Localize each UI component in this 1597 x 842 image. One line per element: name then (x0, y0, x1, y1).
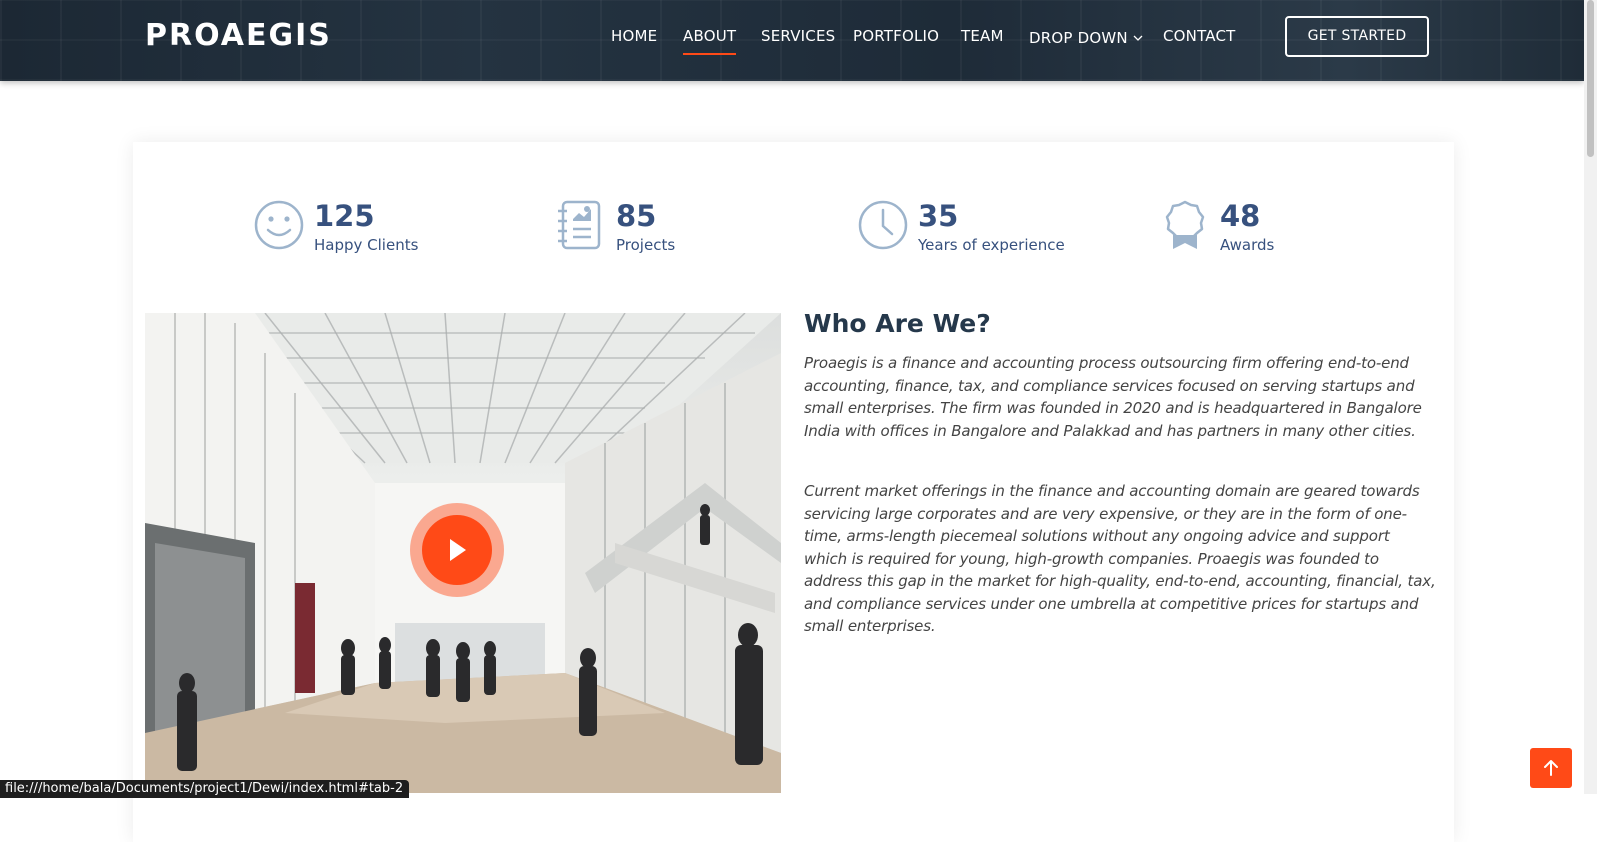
back-to-top-button[interactable] (1530, 748, 1572, 788)
page-scrollbar[interactable] (1584, 0, 1597, 794)
stat-value: 35 (918, 199, 959, 233)
nav-home[interactable]: HOME (611, 27, 657, 45)
chevron-down-icon (1133, 27, 1143, 45)
stat-happy-clients: 125 Happy Clients (253, 199, 473, 259)
stat-years-experience: 35 Years of experience (857, 199, 1117, 259)
stat-projects: 85 Projects (555, 199, 775, 259)
about-paragraph-1: Proaegis is a finance and accounting pro… (804, 354, 1422, 440)
site-header: PROAEGIS HOME ABOUT SERVICES PORTFOLIO T… (0, 0, 1584, 81)
award-icon (1165, 200, 1205, 249)
stat-value: 48 (1220, 199, 1261, 233)
browser-status-bar: file:///home/bala/Documents/project1/Dew… (0, 780, 410, 798)
stat-label: Happy Clients (314, 236, 419, 254)
nav-team[interactable]: TEAM (961, 27, 1004, 45)
clock-icon (858, 200, 908, 250)
about-video-thumbnail[interactable] (145, 313, 781, 793)
stat-value: 125 (314, 199, 375, 233)
nav-dropdown[interactable]: DROP DOWN (1029, 27, 1143, 47)
site-logo[interactable]: PROAEGIS (145, 18, 332, 53)
scrollbar-thumb[interactable] (1587, 0, 1594, 157)
stat-label: Years of experience (918, 236, 1065, 254)
about-heading: Who Are We? (804, 309, 991, 338)
stat-label: Awards (1220, 236, 1275, 254)
smiley-icon (254, 200, 304, 250)
play-button-core (422, 515, 492, 585)
about-paragraph-2: Current market offerings in the finance … (804, 482, 1436, 635)
arrow-up-icon (1544, 760, 1558, 776)
nav-dropdown-label: DROP DOWN (1029, 29, 1128, 47)
nav-services[interactable]: SERVICES (761, 27, 835, 45)
nav-contact[interactable]: CONTACT (1163, 27, 1236, 45)
play-icon (450, 539, 466, 561)
journal-icon (558, 200, 601, 250)
stat-value: 85 (616, 199, 657, 233)
about-card: 125 Happy Clients 85 Projects 35 Years o… (133, 142, 1454, 842)
nav-portfolio[interactable]: PORTFOLIO (853, 27, 939, 45)
nav-about[interactable]: ABOUT (683, 27, 737, 55)
stat-awards: 48 Awards (1159, 199, 1359, 259)
stat-label: Projects (616, 236, 676, 254)
get-started-button[interactable]: GET STARTED (1285, 16, 1429, 57)
play-video-button[interactable] (410, 503, 504, 597)
